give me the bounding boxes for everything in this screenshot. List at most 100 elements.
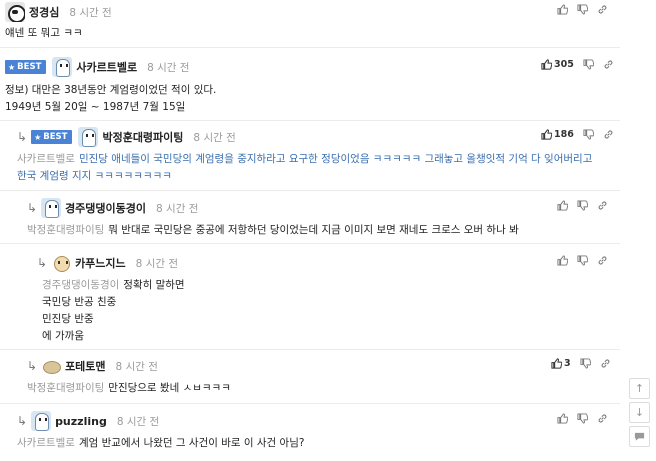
comment-author[interactable]: puzzling bbox=[55, 415, 107, 428]
comment-author[interactable]: 포테토맨 bbox=[65, 358, 105, 374]
dislike-button[interactable] bbox=[583, 129, 594, 140]
like-button[interactable]: 3 bbox=[551, 358, 571, 369]
like-button[interactable]: 186 bbox=[541, 129, 574, 140]
avatar[interactable] bbox=[41, 198, 62, 218]
dislike-button[interactable] bbox=[577, 4, 588, 15]
comment-body: 박정훈대령파이팅 만진당으로 봤네 ㅅㅂㅋㅋㅋ bbox=[27, 380, 231, 397]
comment-icon bbox=[634, 432, 645, 441]
comment-actions: 186 bbox=[541, 129, 614, 140]
comment-author[interactable]: 정경심 bbox=[29, 4, 59, 20]
link-button[interactable] bbox=[597, 413, 608, 424]
comment-body: 경주댕댕이동경이 정확히 말하면 국민당 반공 친중 민진당 반중 에 가까움 bbox=[42, 277, 185, 345]
thumbs-up-icon bbox=[557, 255, 568, 266]
star-icon: ★ bbox=[8, 62, 16, 72]
comment-time: 8 시간 전 bbox=[116, 415, 160, 428]
link-button[interactable] bbox=[603, 129, 614, 140]
thumbs-up-icon bbox=[557, 200, 568, 211]
comment-body: 사카르트벨로 민진당 애네들이 국민당의 계엄령을 중지하라고 요구한 정당이었음… bbox=[17, 151, 592, 185]
comment-item: ↳ 경주댕댕이동경이 8 시간 전 박정훈대령파이팅 뭐 반대로 국민당은 중공에… bbox=[0, 192, 620, 244]
dislike-button[interactable] bbox=[577, 413, 588, 424]
comment-item: ↳ 카푸느지느 8 시간 전 경주댕댕이동경이 정확히 말하면 국민당 반공 친중… bbox=[0, 245, 620, 350]
comment-line: 한국 계엄령 지지 ㅋㅋㅋㅋㅋㅋㅋㅋ bbox=[17, 170, 172, 182]
comment-button[interactable] bbox=[629, 426, 650, 447]
avatar[interactable] bbox=[51, 253, 72, 273]
link-icon bbox=[604, 60, 613, 69]
comment-author[interactable]: 박정훈대령파이팅 bbox=[102, 129, 183, 145]
reply-arrow-icon: ↳ bbox=[27, 359, 38, 373]
floating-controls: ↑ ↓ bbox=[629, 378, 650, 447]
avatar[interactable] bbox=[31, 411, 52, 431]
mention[interactable]: 경주댕댕이동경이 bbox=[42, 279, 119, 291]
mention[interactable]: 사카르트벨로 bbox=[17, 437, 75, 449]
dislike-button[interactable] bbox=[583, 59, 594, 70]
avatar[interactable] bbox=[52, 57, 73, 77]
best-badge: ★ BEST bbox=[31, 130, 73, 144]
comment-item: ★ BEST 사카르트벨로 8 시간 전 정보) 대만은 38년동안 계엄령이었던… bbox=[0, 49, 620, 121]
like-count: 186 bbox=[554, 129, 574, 140]
comment-line: 1949년 5월 20일 ~ 1987년 7월 15일 bbox=[5, 101, 186, 113]
thumbs-up-icon bbox=[551, 358, 562, 369]
like-button[interactable] bbox=[557, 255, 568, 266]
dislike-button[interactable] bbox=[577, 255, 588, 266]
link-button[interactable] bbox=[600, 358, 611, 369]
comment-author[interactable]: 사카르트벨로 bbox=[76, 59, 137, 75]
comment-time: 8 시간 전 bbox=[156, 202, 199, 215]
thumbs-down-icon bbox=[577, 200, 588, 211]
comment-body: 박정훈대령파이팅 뭐 반대로 국민당은 중공에 저항하던 당이었는데 지금 이미지… bbox=[27, 222, 519, 239]
link-button[interactable] bbox=[603, 59, 614, 70]
comment-line: 만진당으로 봤네 ㅅㅂㅋㅋㅋ bbox=[108, 382, 231, 394]
thumbs-up-icon bbox=[557, 4, 568, 15]
comment-line: 정확히 말하면 bbox=[123, 279, 185, 291]
dislike-button[interactable] bbox=[577, 200, 588, 211]
link-button[interactable] bbox=[597, 255, 608, 266]
like-button[interactable] bbox=[557, 200, 568, 211]
scroll-up-icon: ↑ bbox=[634, 382, 645, 395]
comment-time: 8 시간 전 bbox=[135, 257, 179, 270]
comment-actions bbox=[557, 413, 608, 424]
star-icon: ★ bbox=[34, 132, 42, 142]
link-button[interactable] bbox=[597, 4, 608, 15]
like-count: 3 bbox=[564, 358, 571, 369]
thumbs-up-icon bbox=[541, 59, 552, 70]
like-button[interactable] bbox=[557, 413, 568, 424]
comment-time: 8 시간 전 bbox=[147, 61, 190, 74]
thumbs-down-icon bbox=[577, 4, 588, 15]
link-icon bbox=[598, 414, 607, 423]
reply-arrow-icon: ↳ bbox=[17, 130, 28, 144]
comment-actions: 305 bbox=[541, 59, 614, 70]
scroll-down-icon: ↓ bbox=[634, 406, 645, 419]
avatar[interactable] bbox=[5, 2, 25, 22]
scroll-down-button[interactable]: ↓ bbox=[629, 402, 650, 423]
dislike-button[interactable] bbox=[580, 358, 591, 369]
comment-line: 에 가까움 bbox=[42, 330, 84, 342]
thumbs-down-icon bbox=[583, 129, 594, 140]
thumbs-up-icon bbox=[557, 413, 568, 424]
comment-author[interactable]: 카푸느지느 bbox=[75, 255, 126, 271]
scroll-up-button[interactable]: ↑ bbox=[629, 378, 650, 399]
comment-author[interactable]: 경주댕댕이동경이 bbox=[65, 200, 146, 216]
like-button[interactable]: 305 bbox=[541, 59, 574, 70]
link-icon bbox=[604, 130, 613, 139]
comment-line: 민진당 반중 bbox=[42, 313, 94, 325]
comment-actions bbox=[557, 255, 608, 266]
mention[interactable]: 박정훈대령파이팅 bbox=[27, 224, 104, 236]
comment-item: 정경심 8 시간 전 얘넨 또 뭐고 ㅋㅋ bbox=[0, 0, 620, 48]
comment-item: ↳ puzzling 8 시간 전 사카르트벨로 계엄 반교에서 나왔던 그 사건… bbox=[0, 405, 620, 461]
comment-body: 사카르트벨로 계엄 반교에서 나왔던 그 사건이 바로 이 사건 아님? bbox=[17, 435, 304, 452]
comment-actions bbox=[557, 200, 608, 211]
avatar[interactable] bbox=[78, 127, 99, 147]
like-button[interactable] bbox=[557, 4, 568, 15]
comment-actions: 3 bbox=[551, 358, 611, 369]
mention[interactable]: 사카르트벨로 bbox=[17, 153, 75, 165]
thumbs-up-icon bbox=[541, 129, 552, 140]
comment-line: 뭐 반대로 국민당은 중공에 저항하던 당이었는데 지금 이미지 보면 재네도 … bbox=[108, 224, 519, 236]
avatar[interactable] bbox=[41, 356, 62, 376]
mention[interactable]: 박정훈대령파이팅 bbox=[27, 382, 104, 394]
comment-time: 8 시간 전 bbox=[69, 6, 112, 19]
link-button[interactable] bbox=[597, 200, 608, 211]
comment-line: 얘넨 또 뭐고 ㅋㅋ bbox=[5, 27, 83, 39]
link-icon bbox=[598, 201, 607, 210]
thumbs-down-icon bbox=[580, 358, 591, 369]
reply-arrow-icon: ↳ bbox=[37, 256, 48, 270]
comment-time: 8 시간 전 bbox=[193, 131, 236, 144]
